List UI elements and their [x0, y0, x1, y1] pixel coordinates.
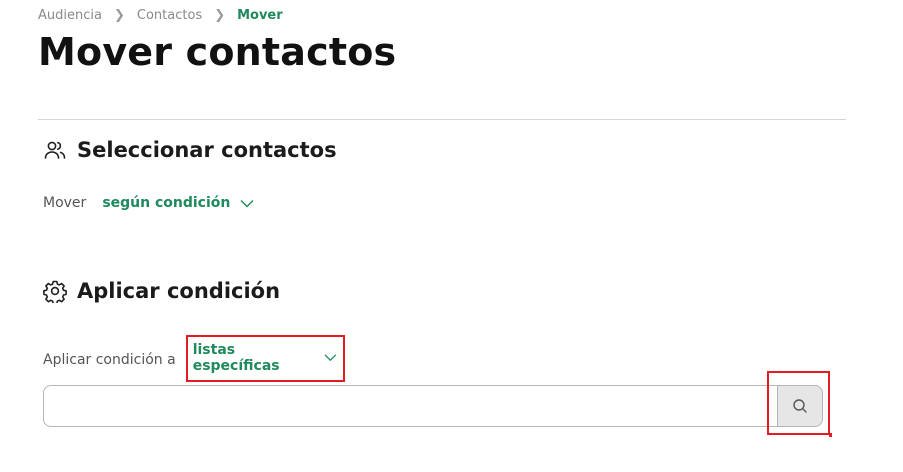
breadcrumb-item-contactos[interactable]: Contactos	[137, 8, 202, 23]
divider	[38, 119, 846, 120]
page-title: Mover contactos	[38, 30, 397, 74]
chevron-down-icon	[324, 354, 337, 362]
breadcrumb-current: Mover	[237, 8, 283, 23]
condition-target-dropdown[interactable]: listas específicas	[193, 342, 337, 374]
search-input[interactable]	[43, 385, 777, 427]
move-mode-dropdown[interactable]: según condición	[102, 195, 254, 211]
dropdown-value: listas específicas	[192, 341, 280, 374]
breadcrumb-separator-icon: ❯	[214, 8, 226, 23]
chevron-down-icon	[240, 199, 254, 207]
dropdown-value: según condición	[102, 195, 231, 211]
users-icon	[44, 141, 66, 159]
apply-condition-row: Aplicar condición a listas específicas	[43, 335, 345, 383]
section-title: Aplicar condición	[77, 279, 281, 303]
section-select-contacts: Seleccionar contactos	[43, 138, 337, 162]
list-search	[43, 385, 823, 427]
gear-icon	[43, 280, 67, 303]
condition-target-highlight: listas específicas	[185, 335, 345, 382]
section-apply-condition: Aplicar condición	[43, 279, 280, 303]
highlight-mark	[829, 433, 832, 437]
breadcrumb: Audiencia ❯ Contactos ❯ Mover	[38, 8, 283, 23]
breadcrumb-item-audiencia[interactable]: Audiencia	[38, 8, 102, 23]
section-title: Seleccionar contactos	[77, 138, 337, 162]
breadcrumb-separator-icon: ❯	[113, 8, 125, 23]
search-button-highlight	[767, 371, 830, 435]
move-mode-row: Mover según condición	[43, 195, 254, 211]
move-label: Mover	[43, 195, 87, 211]
apply-condition-label: Aplicar condición a	[43, 351, 176, 368]
